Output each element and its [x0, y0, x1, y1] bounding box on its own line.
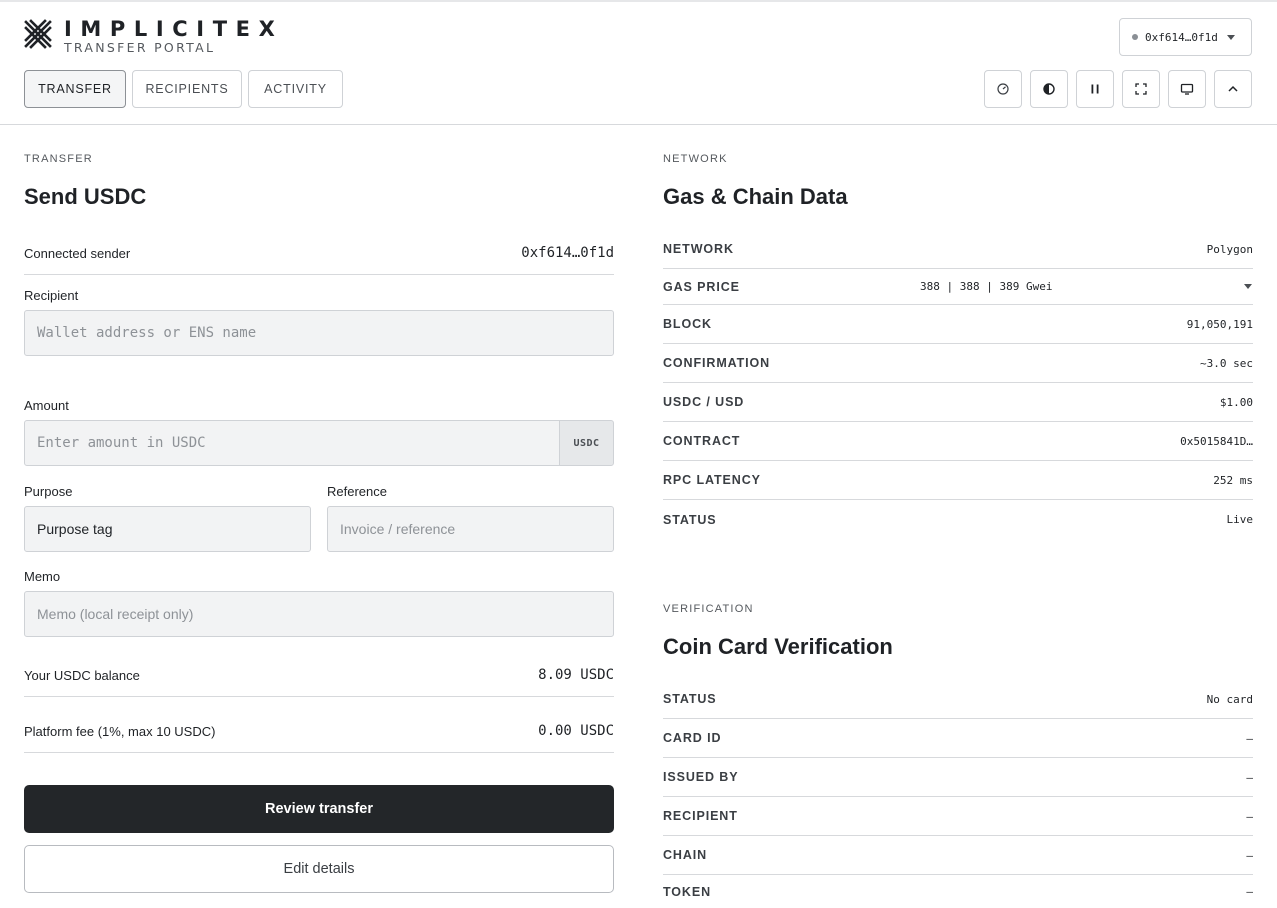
card-status-value: No card — [1206, 692, 1253, 706]
token-row: TOKEN – — [663, 875, 1253, 908]
gas-price-value: 388 | 388 | 389 Gwei — [920, 280, 1053, 293]
wallet-status-dot — [1132, 34, 1138, 40]
transfer-title: Send USDC — [24, 184, 147, 209]
block-value: 91,050,191 — [1186, 317, 1253, 331]
confirmation-value: ~3.0 sec — [1200, 356, 1253, 370]
network-row-label: NETWORK — [663, 242, 734, 256]
connected-sender-row: Connected sender 0xf614…0f1d — [24, 232, 614, 275]
monitor-icon — [1180, 83, 1194, 95]
monitor-button[interactable] — [1168, 70, 1206, 108]
balance-label: Your USDC balance — [24, 667, 140, 683]
logo-mark-icon — [24, 19, 52, 49]
verification-eyebrow: VERIFICATION — [663, 603, 754, 615]
fullscreen-button[interactable] — [1122, 70, 1160, 108]
gas-price-row[interactable]: GAS PRICE 388 | 388 | 389 Gwei — [663, 269, 1253, 305]
recipient-label: Recipient — [24, 288, 79, 303]
reference-label: Reference — [327, 484, 387, 499]
chain-value: – — [1246, 848, 1253, 862]
card-recipient-label: RECIPIENT — [663, 809, 738, 823]
memo-input[interactable] — [24, 591, 614, 637]
brand-subtitle: TRANSFER PORTAL — [64, 40, 216, 55]
connected-sender-label: Connected sender — [24, 245, 131, 261]
confirmation-row: CONFIRMATION ~3.0 sec — [663, 344, 1253, 383]
fee-value: 0.00 USDC — [538, 723, 614, 739]
purpose-select[interactable]: Purpose tag — [24, 506, 311, 552]
card-id-label: CARD ID — [663, 731, 722, 745]
fee-label: Platform fee (1%, max 10 USDC) — [24, 723, 216, 739]
issued-by-row: ISSUED BY – — [663, 758, 1253, 797]
wallet-selector-button[interactable]: 0xf614…0f1d — [1119, 18, 1252, 56]
issued-by-label: ISSUED BY — [663, 770, 739, 784]
review-transfer-button[interactable]: Review transfer — [24, 785, 614, 833]
main-tabs: TRANSFER RECIPIENTS ACTIVITY — [24, 70, 349, 108]
purpose-label: Purpose — [24, 484, 73, 499]
brand-name: IMPLICITEX — [64, 17, 284, 41]
chevron-up-icon — [1228, 85, 1238, 92]
network-eyebrow: NETWORK — [663, 153, 728, 165]
card-status-row: STATUS No card — [663, 680, 1253, 719]
gauge-icon — [997, 83, 1009, 95]
toolbar — [984, 70, 1252, 108]
fullscreen-icon — [1135, 83, 1147, 95]
contract-label: CONTRACT — [663, 434, 741, 448]
pause-icon — [1091, 84, 1099, 94]
network-status-label: STATUS — [663, 512, 717, 527]
network-row: NETWORK Polygon — [663, 230, 1253, 269]
contrast-icon — [1043, 83, 1055, 95]
wallet-address: 0xf614…0f1d — [1145, 30, 1218, 44]
edit-details-button[interactable]: Edit details — [24, 845, 614, 893]
issued-by-value: – — [1246, 770, 1253, 784]
balance-value: 8.09 USDC — [538, 667, 614, 683]
usdc-usd-value: $1.00 — [1219, 395, 1253, 409]
contract-row: CONTRACT 0x5015841D… — [663, 422, 1253, 461]
card-status-label: STATUS — [663, 692, 717, 706]
card-recipient-row: RECIPIENT – — [663, 797, 1253, 836]
tab-recipients[interactable]: RECIPIENTS — [132, 70, 242, 108]
network-title: Gas & Chain Data — [663, 184, 848, 209]
collapse-button[interactable] — [1214, 70, 1252, 108]
connected-sender-value: 0xf614…0f1d — [521, 245, 614, 261]
rpc-latency-label: RPC LATENCY — [663, 473, 761, 487]
amount-unit-badge: USDC — [559, 420, 614, 466]
chevron-down-icon[interactable] — [1244, 284, 1252, 289]
memo-label: Memo — [24, 569, 61, 584]
pause-button[interactable] — [1076, 70, 1114, 108]
token-value: – — [1246, 885, 1253, 898]
reference-input[interactable] — [327, 506, 614, 552]
chain-row: CHAIN – — [663, 836, 1253, 875]
confirmation-label: CONFIRMATION — [663, 356, 771, 370]
chain-label: CHAIN — [663, 848, 708, 862]
rpc-latency-value: 252 ms — [1213, 473, 1253, 487]
token-label: TOKEN — [663, 884, 712, 899]
block-row: BLOCK 91,050,191 — [663, 305, 1253, 344]
rpc-latency-row: RPC LATENCY 252 ms — [663, 461, 1253, 500]
usdc-usd-row: USDC / USD $1.00 — [663, 383, 1253, 422]
network-status-value: Live — [1226, 513, 1254, 526]
app-header: IMPLICITEX TRANSFER PORTAL 0xf614…0f1d T… — [0, 0, 1277, 125]
chevron-down-icon — [1226, 34, 1235, 40]
contract-value: 0x5015841D… — [1180, 434, 1253, 448]
gas-price-label: GAS PRICE — [663, 279, 740, 294]
transfer-eyebrow: TRANSFER — [24, 153, 93, 165]
card-id-row: CARD ID – — [663, 719, 1253, 758]
balance-row: Your USDC balance 8.09 USDC — [24, 654, 614, 697]
tab-transfer[interactable]: TRANSFER — [24, 70, 126, 108]
verification-title: Coin Card Verification — [663, 634, 893, 659]
recipient-input[interactable] — [24, 310, 614, 356]
fee-row: Platform fee (1%, max 10 USDC) 0.00 USDC — [24, 710, 614, 753]
usdc-usd-label: USDC / USD — [663, 395, 745, 409]
network-row-value: Polygon — [1206, 242, 1253, 256]
gauge-button[interactable] — [984, 70, 1022, 108]
network-status-row: STATUS Live — [663, 500, 1253, 539]
amount-label: Amount — [24, 398, 69, 413]
tab-activity[interactable]: ACTIVITY — [248, 70, 343, 108]
card-recipient-value: – — [1246, 809, 1253, 823]
brand-logo: IMPLICITEX TRANSFER PORTAL — [24, 18, 283, 55]
amount-input[interactable] — [24, 420, 560, 466]
contrast-button[interactable] — [1030, 70, 1068, 108]
block-label: BLOCK — [663, 317, 712, 331]
card-id-value: – — [1246, 731, 1253, 745]
